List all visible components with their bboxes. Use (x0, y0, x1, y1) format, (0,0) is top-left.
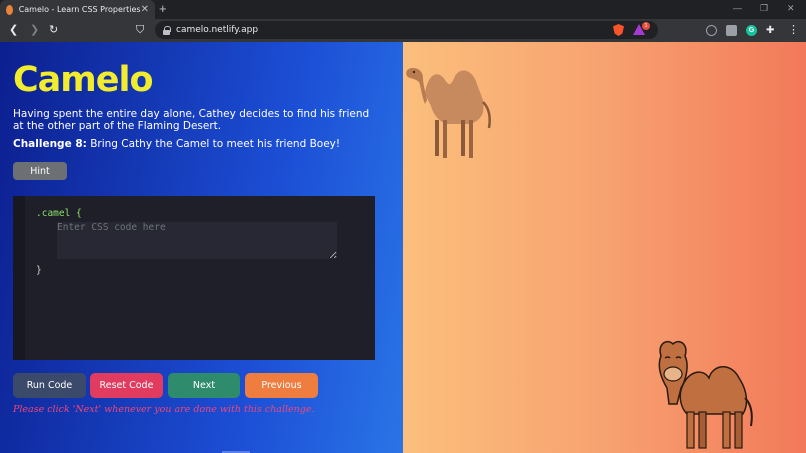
challenge-label: Challenge 8: (13, 138, 87, 150)
new-tab-icon[interactable]: + (159, 2, 167, 16)
camel-favicon-icon (6, 4, 13, 15)
grammarly-icon[interactable]: G (746, 25, 757, 36)
restore-icon[interactable]: ❐ (760, 3, 768, 14)
completion-note: Please click 'Next' whenever you are don… (13, 404, 315, 415)
address-bar[interactable]: camelo.netlify.app (155, 21, 658, 39)
cathy-camel-icon (406, 68, 491, 158)
back-icon[interactable]: ❮ (9, 23, 18, 37)
menu-icon[interactable]: ⋮ (788, 25, 799, 36)
browser-tab[interactable]: Camelo - Learn CSS Properties ✕ (0, 0, 155, 19)
css-selector: .camel { (36, 208, 82, 219)
tab-title: Camelo - Learn CSS Properties (18, 5, 141, 14)
hint-button[interactable]: Hint (13, 162, 67, 180)
react-devtools-icon[interactable] (706, 25, 717, 36)
reset-code-button[interactable]: Reset Code (90, 373, 163, 398)
extensions-puzzle-icon[interactable]: ✚ (766, 25, 777, 36)
rewards-badge: 1 (642, 22, 650, 30)
next-button[interactable]: Next (168, 373, 240, 398)
browser-toolbar: ❮ ❯ ↻ ⛉ camelo.netlify.app 1 G ✚ ⋮ (0, 19, 806, 42)
challenge-panel: Camelo Having spent the entire day alone… (0, 42, 403, 453)
story-text: Having spent the entire day alone, Cathe… (13, 108, 370, 132)
css-code-input[interactable] (57, 222, 337, 259)
code-editor: .camel { } (13, 196, 375, 360)
css-closing-brace: } (36, 265, 42, 276)
previous-button[interactable]: Previous (245, 373, 318, 398)
app-logo: Camelo (13, 60, 154, 100)
desert-board (403, 42, 806, 453)
editor-gutter (13, 196, 25, 360)
bookmark-icon[interactable]: ⛉ (136, 23, 144, 37)
run-code-button[interactable]: Run Code (13, 373, 86, 398)
browser-tab-strip: Camelo - Learn CSS Properties ✕ + — ❐ ✕ (0, 0, 806, 19)
forward-icon[interactable]: ❯ (30, 23, 39, 37)
minimize-icon[interactable]: — (733, 3, 742, 13)
close-tab-icon[interactable]: ✕ (141, 4, 149, 15)
close-window-icon[interactable]: ✕ (787, 3, 795, 14)
boey-camel-icon (658, 340, 753, 449)
reload-icon[interactable]: ↻ (49, 23, 58, 37)
url-text: camelo.netlify.app (176, 25, 259, 35)
challenge-text: Challenge 8: Bring Cathy the Camel to me… (13, 138, 340, 150)
lock-icon (163, 25, 171, 35)
challenge-description: Bring Cathy the Camel to meet his friend… (90, 138, 341, 150)
extension-icon[interactable] (726, 25, 737, 36)
